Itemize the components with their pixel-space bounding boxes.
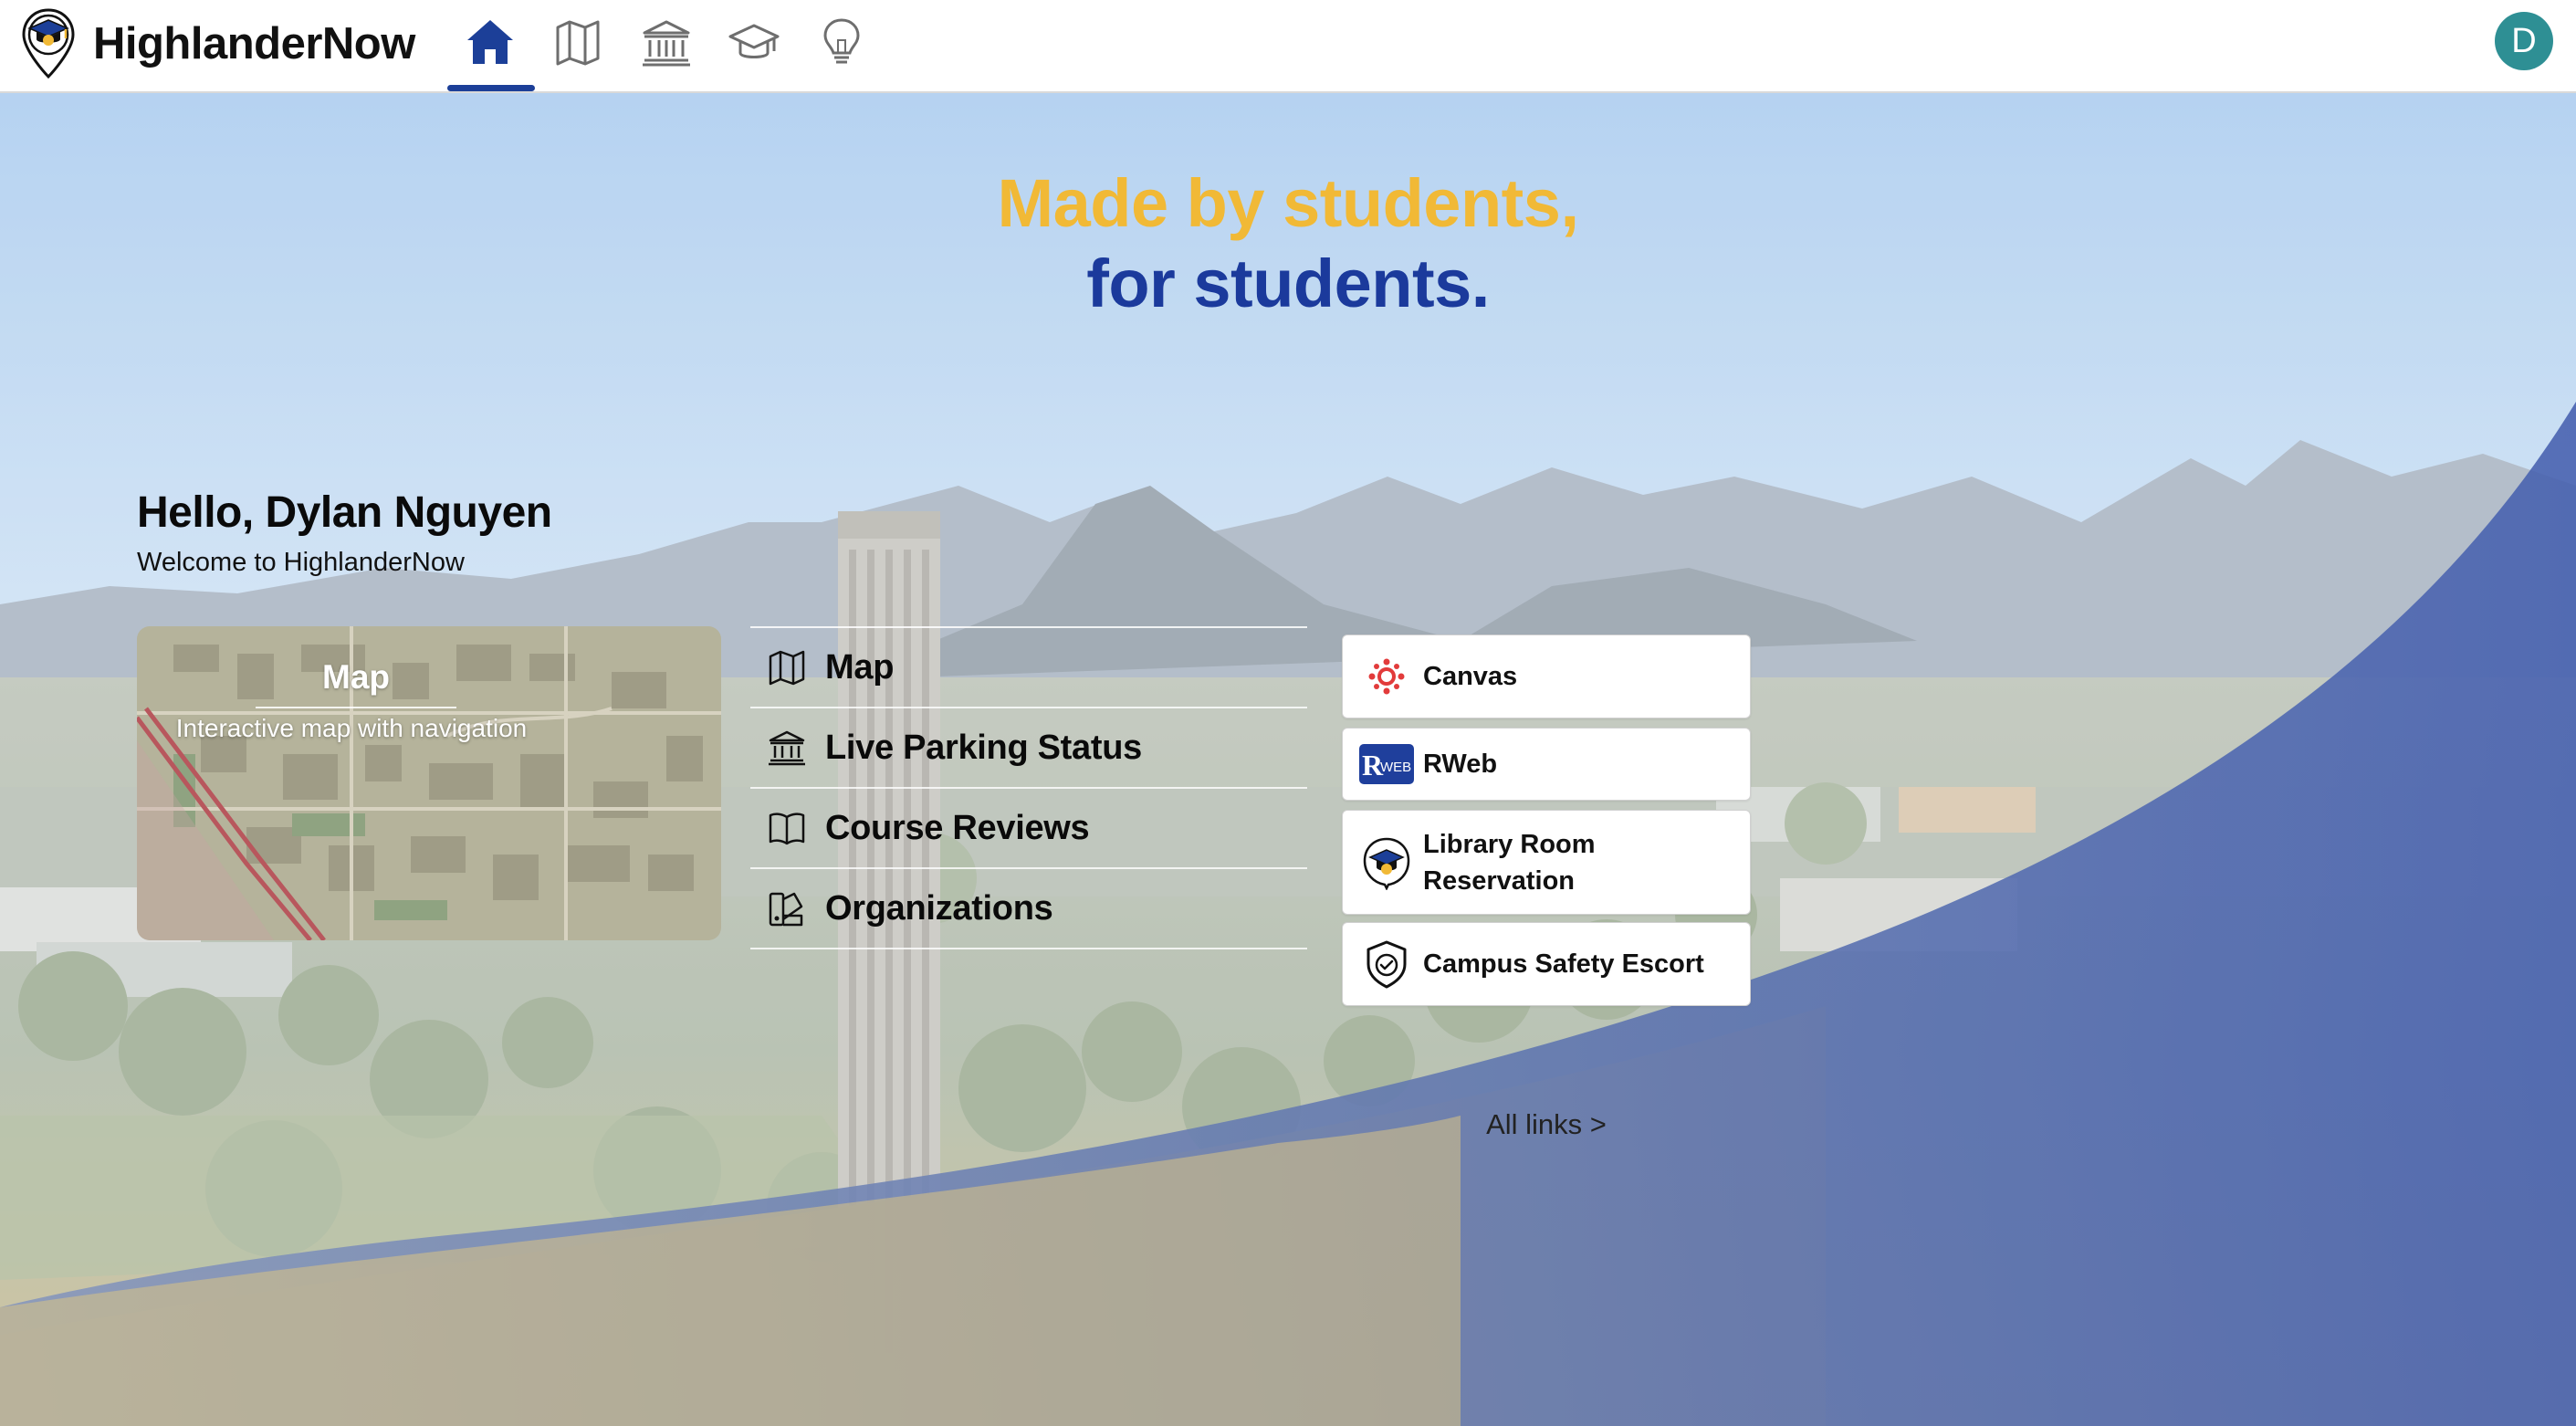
map-icon [769,650,805,686]
quick-link-rweb[interactable]: R WEB RWeb [1342,728,1751,801]
app-name: HighlanderNow [93,19,415,68]
map-card-divider [256,707,456,708]
hero-section: Made by students, for students. Hello, D… [0,93,2576,1426]
graduation-cap-icon[interactable] [727,15,781,69]
shield-check-icon [1367,940,1407,989]
all-links-link[interactable]: All links > [1342,1108,1751,1141]
feature-item-organizations[interactable]: Organizations [750,869,1307,949]
map-card[interactable]: Map Interactive map with navigation [137,626,721,940]
svg-text:WEB: WEB [1380,760,1411,775]
map-card-subtitle: Interactive map with navigation [175,714,528,742]
book-icon [769,813,805,845]
feature-label: Map [825,647,895,687]
greeting-subtitle: Welcome to HighlanderNow [137,548,465,577]
lightbulb-icon[interactable] [814,15,869,69]
feature-label: Live Parking Status [825,728,1142,767]
top-navigation-bar: HighlanderNow D [0,0,2576,93]
feature-label: Organizations [825,888,1053,928]
quick-link-label: Canvas [1423,662,1518,691]
map-card-title: Map [322,658,390,696]
building-icon [769,730,805,766]
swatch-icon [769,892,803,927]
quick-link-label: Campus Safety Escort [1423,949,1704,979]
quick-link-label: RWeb [1423,750,1498,779]
feature-item-live-parking-status[interactable]: Live Parking Status [750,708,1307,789]
mortarboard-pin-icon [22,8,75,79]
brand[interactable]: HighlanderNow [20,7,415,80]
rweb-icon: R WEB [1359,744,1414,784]
feature-item-map[interactable]: Map [750,628,1307,708]
active-tab-indicator [447,85,535,91]
quick-link-label-group: Library Room Reservation [1423,826,1596,899]
feature-list: Map Live Parking Status Course Reviews O… [750,626,1307,949]
greeting-title: Hello, Dylan Nguyen [137,488,552,537]
avatar[interactable]: D [2495,12,2553,70]
library-reservation-icon [1363,837,1410,890]
headline-line-2: for students. [1086,246,1490,321]
building-icon[interactable] [639,15,694,69]
canvas-icon [1368,658,1405,695]
quick-link-label-line2: Reservation [1423,865,1576,896]
headline-line-1: Made by students, [997,165,1579,241]
home-icon[interactable] [463,15,518,69]
quick-link-campus-safety-escort[interactable]: Campus Safety Escort [1342,922,1751,1006]
feature-label: Course Reviews [825,808,1090,847]
map-icon[interactable] [550,15,605,69]
quick-link-canvas[interactable]: Canvas [1342,634,1751,718]
feature-item-course-reviews[interactable]: Course Reviews [750,789,1307,869]
quick-link-label-line1: Library Room [1423,829,1596,859]
quick-link-library-room-reservation[interactable]: Library Room Reservation [1342,810,1751,915]
